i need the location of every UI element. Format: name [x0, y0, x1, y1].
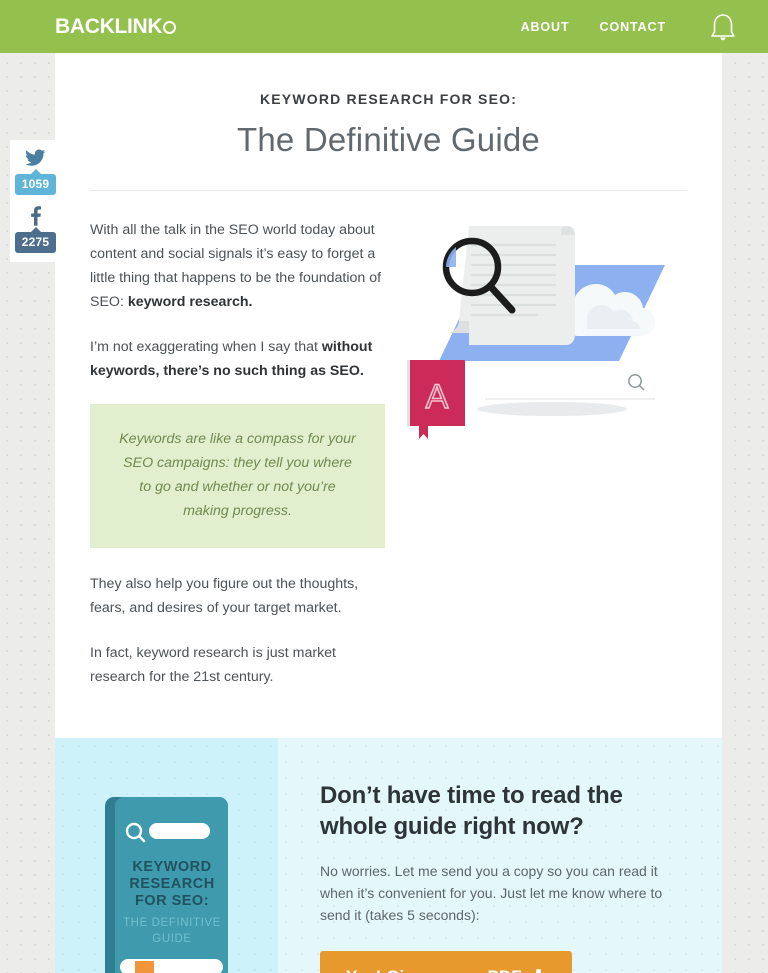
cta-book-panel: KEYWORD RESEARCH FOR SEO: THE DEFINITIVE…	[55, 738, 278, 973]
paragraph-1-emphasis: keyword research.	[127, 294, 253, 310]
svg-text:KEYWORD: KEYWORD	[132, 859, 211, 875]
page-canvas: KEYWORD RESEARCH FOR SEO: The Definitive…	[55, 53, 722, 973]
download-arrow-icon: ⬇	[527, 967, 546, 973]
quote-text: Keywords are like a compass for your SEO…	[119, 431, 356, 519]
red-book-with-A: A	[407, 360, 465, 439]
guide-book-cover: KEYWORD RESEARCH FOR SEO: THE DEFINITIVE…	[101, 793, 232, 973]
cta-subtitle: No worries. Let me send you a copy so yo…	[320, 863, 663, 923]
logo-text: BACKLINK	[55, 14, 163, 38]
article-columns: With all the talk in the SEO world today…	[90, 191, 687, 710]
article-text-column: With all the talk in the SEO world today…	[90, 218, 385, 710]
facebook-icon	[30, 205, 41, 227]
svg-text:FOR SEO:: FOR SEO:	[135, 893, 209, 909]
bell-icon[interactable]	[708, 11, 738, 43]
nav-item-contact[interactable]: CONTACT	[600, 20, 666, 34]
site-header: BACKLINK ABOUT CONTACT	[0, 0, 768, 53]
main-navigation: ABOUT CONTACT	[521, 11, 738, 43]
facebook-share-count: 2275	[14, 227, 57, 253]
page-title: The Definitive Guide	[237, 121, 540, 158]
highlight-quote-box: Keywords are like a compass for your SEO…	[90, 404, 385, 548]
twitter-share-count: 1059	[14, 169, 57, 195]
pdf-cta-section: KEYWORD RESEARCH FOR SEO: THE DEFINITIVE…	[55, 738, 722, 973]
svg-text:GUIDE: GUIDE	[152, 933, 191, 945]
paragraph-4: In fact, keyword research is just market…	[90, 645, 337, 685]
twitter-icon	[25, 147, 46, 169]
svg-text:THE DEFINITIVE: THE DEFINITIVE	[123, 917, 221, 929]
get-pdf-button-label: Yes! Give me my PDF	[346, 967, 522, 973]
share-twitter[interactable]: 1059	[14, 147, 57, 195]
share-facebook[interactable]: 2275	[14, 205, 57, 253]
nav-item-about[interactable]: ABOUT	[521, 20, 570, 34]
paragraph-3: They also help you figure out the though…	[90, 576, 359, 616]
paragraph-1: With all the talk in the SEO world today…	[90, 218, 385, 314]
article-body: KEYWORD RESEARCH FOR SEO: The Definitive…	[55, 53, 722, 710]
cta-text-panel: Don’t have time to read the whole guide …	[278, 738, 722, 973]
article-illustration-column: A	[385, 218, 687, 710]
cta-title: Don’t have time to read the whole guide …	[320, 782, 623, 840]
article-eyebrow: KEYWORD RESEARCH FOR SEO:	[259, 91, 518, 107]
logo-circle-icon	[163, 21, 177, 34]
social-share-rail: 1059 2275	[10, 140, 61, 262]
svg-text:A: A	[426, 378, 449, 416]
site-logo[interactable]: BACKLINK	[55, 14, 177, 39]
get-pdf-button[interactable]: Yes! Give me my PDF ⬇	[320, 951, 572, 973]
seo-research-illustration: A	[377, 213, 677, 443]
paragraph-2-text: I’m not exaggerating when I say that	[90, 339, 322, 355]
svg-text:RESEARCH: RESEARCH	[129, 876, 214, 892]
paragraph-2: I’m not exaggerating when I say that wit…	[90, 335, 385, 383]
